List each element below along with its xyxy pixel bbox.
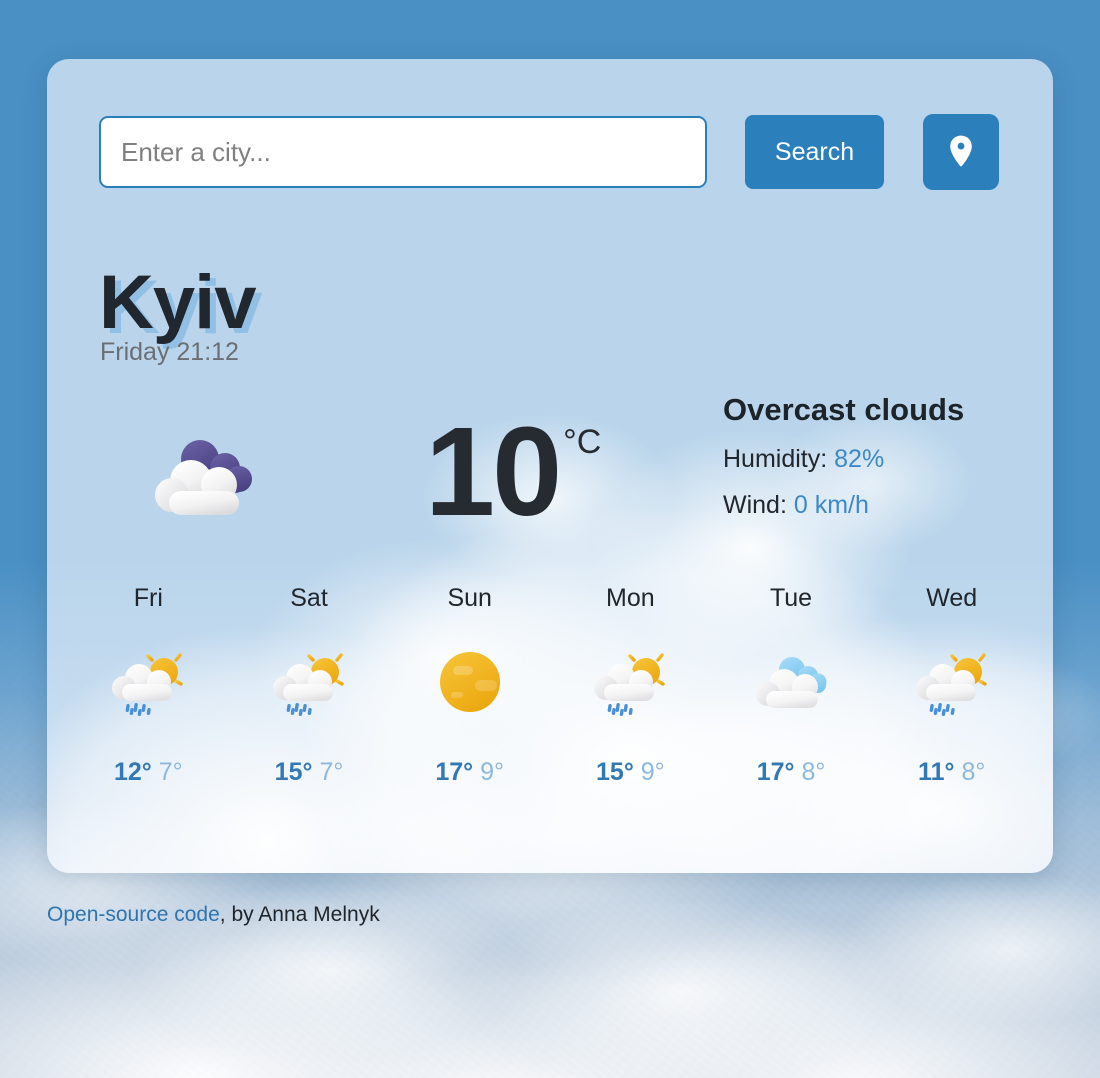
sun-behind-rain-cloud-icon — [105, 646, 191, 720]
temperature-unit: °C — [563, 423, 602, 461]
humidity-label: Humidity: — [723, 445, 828, 473]
forecast-temp-max: 15° — [274, 758, 313, 786]
wind-value: 0 km/h — [793, 491, 869, 519]
footer: Open-source code, by Anna Melnyk — [47, 903, 380, 927]
condition-description: Overcast clouds — [723, 392, 965, 427]
map-pin-icon — [948, 135, 974, 170]
forecast-temp-max: 17° — [435, 758, 474, 786]
open-source-link[interactable]: Open-source code — [47, 903, 220, 926]
forecast-day-label: Mon — [606, 584, 655, 612]
forecast-day-label: Sat — [290, 584, 328, 612]
location-button[interactable] — [923, 114, 999, 190]
temperature-value: 10 — [425, 401, 562, 542]
forecast-temp-max: 15° — [596, 758, 634, 786]
sun-behind-rain-cloud-icon — [909, 646, 995, 720]
forecast-temp-min: 7° — [319, 758, 344, 786]
forecast-day-column: Fri 12° 7° — [68, 584, 229, 787]
wind-label: Wind: — [723, 491, 787, 519]
weather-card: Search Kyiv Friday 21:12 — [47, 59, 1053, 873]
sun-behind-rain-cloud-icon — [266, 646, 352, 720]
forecast-day-column: Sun 17° 9° — [389, 584, 550, 787]
footer-author: , by Anna Melnyk — [219, 903, 380, 926]
forecast-temperatures: 15° 7° — [275, 758, 344, 787]
current-datetime: Friday 21:12 — [100, 338, 239, 366]
sun-behind-rain-cloud-icon — [587, 646, 673, 720]
humidity-row: Humidity: 82% — [723, 445, 964, 474]
forecast-temperatures: 15° 9° — [596, 758, 665, 787]
forecast-day-label: Sun — [447, 584, 492, 612]
forecast-day-column: Sat 15° 7° — [229, 584, 390, 787]
forecast-day-label: Wed — [926, 584, 978, 612]
current-temperature: 10 °C — [425, 409, 601, 535]
broken-clouds-icon — [748, 646, 834, 720]
page-title: Kyiv — [99, 260, 257, 345]
forecast-temp-min: 7° — [158, 758, 183, 786]
forecast-day-column: Wed 11° 8° — [871, 584, 1032, 787]
forecast-temp-min: 9° — [480, 758, 505, 786]
search-row: Search — [99, 114, 999, 190]
forecast-temperatures: 11° 8° — [918, 758, 985, 787]
search-button[interactable]: Search — [745, 115, 884, 189]
forecast-day-column: Tue 17° 8° — [711, 584, 872, 787]
overcast-clouds-icon — [147, 429, 267, 549]
forecast-day-column: Mon 15° 9° — [550, 584, 711, 787]
forecast-temperatures: 12° 7° — [114, 758, 183, 787]
forecast-temp-max: 12° — [114, 758, 152, 786]
forecast-temp-min: 8° — [801, 758, 826, 786]
humidity-value: 82% — [834, 445, 885, 473]
forecast-temp-max: 17° — [756, 758, 795, 786]
forecast-temperatures: 17° 9° — [435, 758, 504, 787]
forecast-temp-min: 8° — [961, 758, 986, 786]
wind-row: Wind: 0 km/h — [723, 491, 964, 520]
forecast-day-label: Tue — [769, 584, 813, 612]
forecast-row: Fri 12° 7° Sat 15° 7° Sun 17° 9° Mon 15°… — [68, 584, 1032, 787]
forecast-temp-min: 9° — [640, 758, 665, 786]
forecast-temp-max: 11° — [918, 758, 955, 786]
current-conditions: Overcast clouds Humidity: 82% Wind: 0 km… — [723, 392, 964, 520]
clear-sun-icon — [427, 646, 513, 720]
forecast-day-label: Fri — [133, 584, 163, 612]
forecast-temperatures: 17° 8° — [757, 758, 826, 787]
search-input[interactable] — [99, 116, 707, 188]
